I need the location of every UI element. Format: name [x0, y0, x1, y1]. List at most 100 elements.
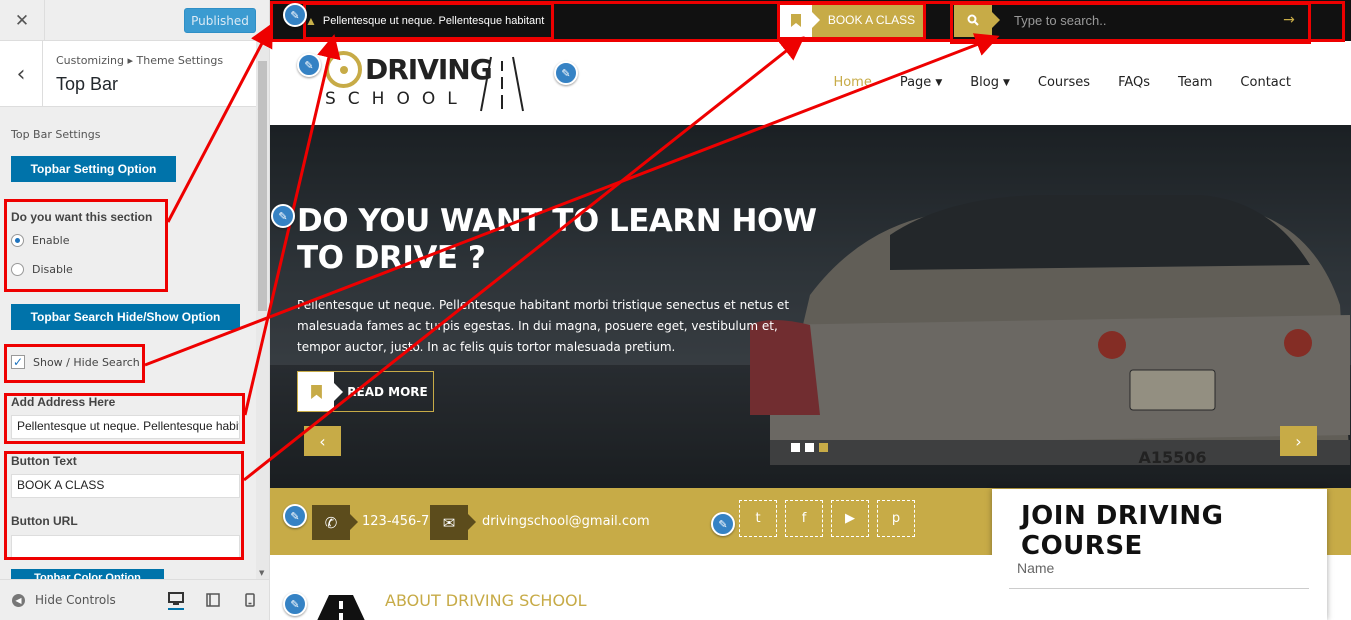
settings-label: Top Bar Settings — [11, 128, 101, 141]
book-class-button[interactable]: BOOK A CLASS — [780, 3, 923, 37]
youtube-icon[interactable]: ▶ — [831, 500, 869, 537]
envelope-icon: ✉ — [430, 505, 476, 540]
radio-enable[interactable]: Enable — [11, 234, 69, 247]
join-title: JOIN DRIVING COURSE — [1021, 501, 1224, 561]
arrow-right-icon[interactable]: → — [1269, 12, 1309, 28]
steering-wheel-icon — [325, 51, 362, 88]
radio-disable-circle[interactable] — [11, 263, 24, 276]
button-text-label: Button Text — [11, 454, 77, 468]
radio-enable-circle[interactable] — [11, 234, 24, 247]
bookmark-icon — [298, 372, 343, 411]
mobile-preview-icon[interactable] — [242, 592, 258, 608]
edit-pencil-icon[interactable]: ✎ — [554, 61, 578, 85]
license-plate: A15506 — [1138, 448, 1207, 467]
hide-controls-label: Hide Controls — [35, 593, 116, 607]
section-header: ‹ Customizing ▸ Theme Settings Top Bar — [0, 41, 256, 107]
collapse-icon: ◀ — [12, 593, 25, 607]
radio-disable[interactable]: Disable — [11, 263, 73, 276]
email-address[interactable]: drivingschool@gmail.com — [482, 514, 650, 529]
customizer-footer: ◀ Hide Controls — [0, 579, 269, 620]
nav-faqs[interactable]: FAQs — [1118, 75, 1150, 90]
nav-blog[interactable]: Blog ▼ — [970, 75, 1010, 90]
show-hide-search-label: Show / Hide Search — [33, 355, 140, 369]
site-header: DRIVING SCHOOL Home Page ▼ Blog ▼ Courses … — [270, 41, 1351, 125]
join-course-card: JOIN DRIVING COURSE Name — [992, 489, 1327, 620]
edit-pencil-icon[interactable]: ✎ — [711, 512, 735, 536]
book-class-label: BOOK A CLASS — [827, 13, 916, 27]
twitter-icon[interactable]: t — [739, 500, 777, 537]
site-preview: ▲ Pellentesque ut neque. Pellentesque ha… — [270, 0, 1351, 620]
topbar-address-text: Pellentesque ut neque. Pellentesque habi… — [322, 14, 545, 27]
nav-courses[interactable]: Courses — [1038, 75, 1090, 90]
slider-dot-active[interactable] — [819, 443, 828, 452]
site-logo[interactable]: DRIVING SCHOOL — [325, 49, 530, 117]
bookmark-icon — [780, 3, 820, 37]
caret-down-icon: ▼ — [935, 77, 943, 88]
pinterest-icon[interactable]: p — [877, 500, 915, 537]
search-option-button[interactable]: Topbar Search Hide/Show Option — [11, 304, 240, 330]
hero-slider: A15506 DO YOU WANT TO LEARN HOW TO DRIVE… — [270, 125, 1351, 488]
customizer-sidebar: ✕ Published ‹ Customizing ▸ Theme Settin… — [0, 0, 270, 620]
slider-dot[interactable] — [791, 443, 800, 452]
slider-dot[interactable] — [805, 443, 814, 452]
main-nav: Home Page ▼ Blog ▼ Courses FAQs Team Conta… — [805, 75, 1291, 90]
button-url-input[interactable] — [11, 535, 240, 559]
checkmark-icon[interactable]: ✓ — [11, 355, 25, 369]
phone-number[interactable]: 123-456-7 — [362, 514, 429, 529]
scrollbar-thumb[interactable] — [258, 61, 267, 311]
search-icon[interactable] — [954, 3, 1000, 37]
about-section: ABOUT DRIVING SCHOOL — [270, 555, 992, 620]
road-icon — [317, 595, 365, 620]
customizer-header: ✕ Published — [0, 0, 269, 41]
close-icon[interactable]: ✕ — [0, 0, 45, 41]
edit-pencil-icon[interactable]: ✎ — [283, 504, 307, 528]
slider-dots — [791, 443, 833, 452]
edit-pencil-icon[interactable]: ✎ — [283, 3, 307, 27]
nav-team[interactable]: Team — [1178, 75, 1212, 90]
edit-pencil-icon[interactable]: ✎ — [297, 53, 321, 77]
phone-icon: ✆ — [312, 505, 358, 540]
logo-line1: DRIVING — [365, 53, 493, 86]
facebook-icon[interactable]: f — [785, 500, 823, 537]
nav-blog-label: Blog — [970, 75, 999, 90]
nav-page-label: Page — [899, 75, 932, 90]
search-input[interactable]: Type to search.. — [992, 13, 1269, 28]
prev-slide-button[interactable]: ‹ — [304, 426, 341, 456]
topbar-setting-option-button[interactable]: Topbar Setting Option — [11, 156, 176, 182]
section-title: Top Bar — [56, 74, 119, 94]
topbar: ▲ Pellentesque ut neque. Pellentesque ha… — [270, 0, 1351, 41]
read-more-label: READ MORE — [347, 384, 428, 399]
breadcrumb: Customizing ▸ Theme Settings — [56, 54, 224, 67]
section-question: Do you want this section — [11, 210, 153, 224]
tablet-preview-icon[interactable] — [205, 592, 221, 608]
hero-description: Pellentesque ut neque. Pellentesque habi… — [297, 298, 790, 354]
caret-down-icon: ▼ — [1002, 77, 1010, 88]
screen: ✕ Published ‹ Customizing ▸ Theme Settin… — [0, 0, 1351, 620]
hide-controls-button[interactable]: ◀ Hide Controls — [12, 593, 116, 607]
desktop-preview-icon[interactable] — [168, 590, 184, 610]
color-option-button[interactable]: Topbar Color Option — [11, 569, 164, 579]
hero-title: DO YOU WANT TO LEARN HOW TO DRIVE ? — [297, 203, 817, 276]
show-hide-search-checkbox[interactable]: ✓ Show / Hide Search — [11, 355, 140, 369]
back-icon[interactable]: ‹ — [0, 41, 43, 107]
topbar-search: Type to search.. → — [954, 3, 1309, 37]
name-input[interactable]: Name — [1009, 557, 1309, 589]
edit-pencil-icon[interactable]: ✎ — [283, 592, 307, 616]
radio-enable-label: Enable — [32, 234, 70, 247]
edit-pencil-icon[interactable]: ✎ — [271, 204, 295, 228]
road-logo-icon — [480, 56, 524, 112]
button-url-label: Button URL — [11, 514, 78, 528]
read-more-button[interactable]: READ MORE — [297, 371, 434, 412]
published-button[interactable]: Published — [184, 8, 256, 33]
scroll-down-icon[interactable]: ▼ — [259, 569, 264, 577]
button-text-input[interactable]: BOOK A CLASS — [11, 474, 240, 498]
topbar-address: ▲ Pellentesque ut neque. Pellentesque ha… — [305, 3, 544, 38]
sidebar-scrollbar[interactable]: ▼ — [256, 41, 269, 579]
nav-home[interactable]: Home — [833, 75, 871, 90]
nav-contact[interactable]: Contact — [1240, 75, 1291, 90]
next-slide-button[interactable]: › — [1280, 426, 1317, 456]
logo-line2: SCHOOL — [325, 89, 469, 109]
address-input[interactable]: Pellentesque ut neque. Pellentesque habi… — [11, 415, 240, 439]
nav-page[interactable]: Page ▼ — [900, 75, 942, 90]
radio-disable-label: Disable — [32, 263, 73, 276]
